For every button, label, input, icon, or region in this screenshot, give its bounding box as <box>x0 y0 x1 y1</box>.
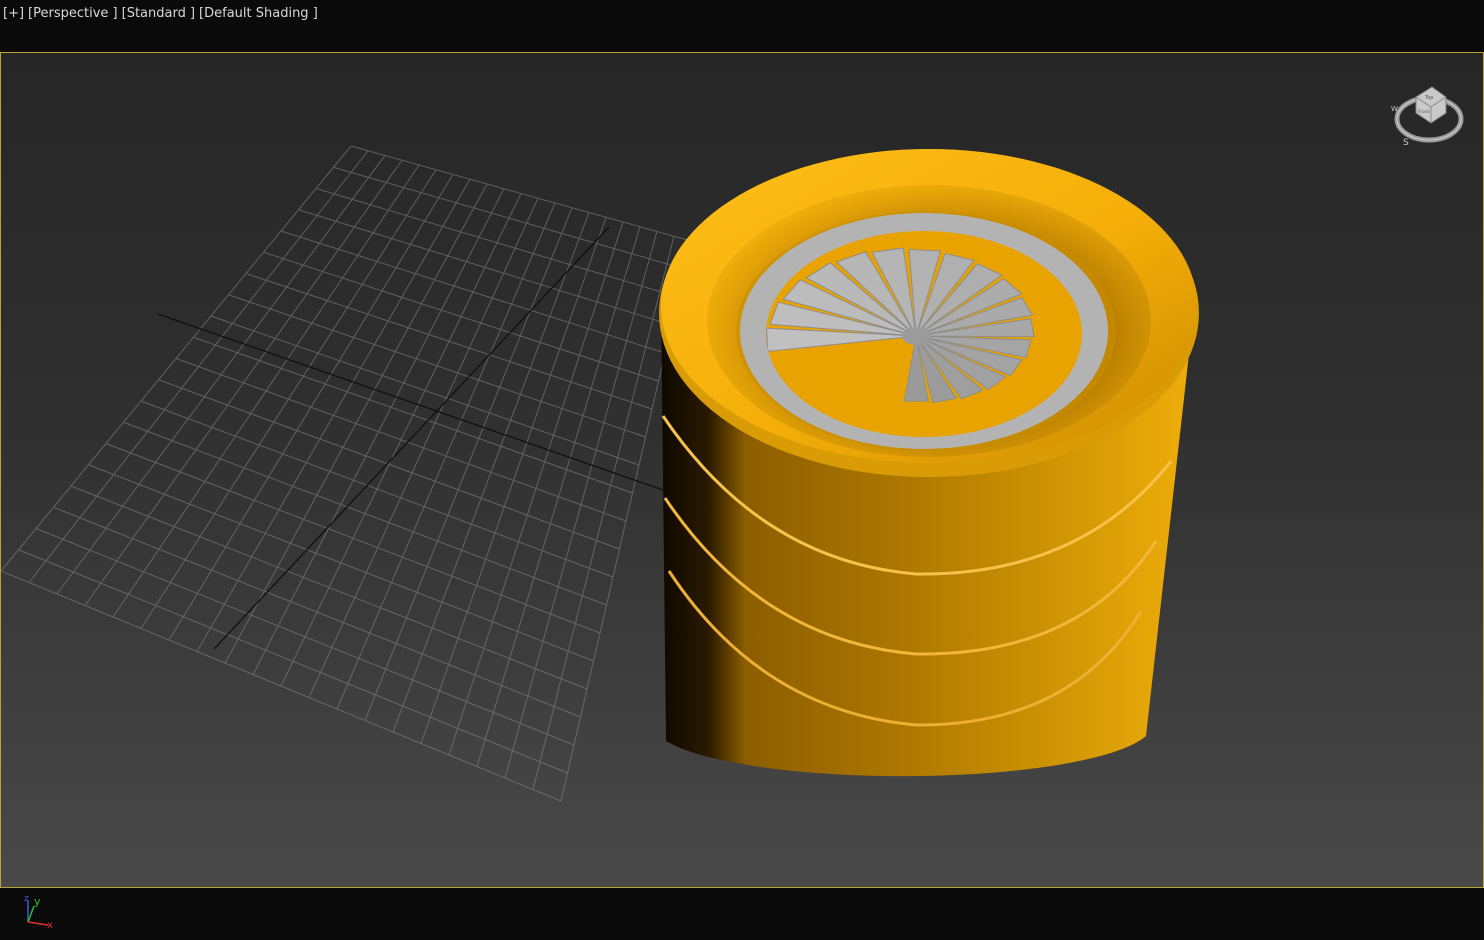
viewport-view-menu[interactable]: [Perspective ] <box>28 6 118 24</box>
grid-line <box>1 570 562 802</box>
axis-tripod-icon: z y x <box>24 894 53 930</box>
viewcube-front-label: Front <box>1418 109 1430 115</box>
compass-south-label: S <box>1403 138 1409 145</box>
viewport-header: [+] [Perspective ] [Standard ] [Default … <box>0 0 1484 52</box>
axis-x-label: x <box>47 920 53 930</box>
viewcube[interactable]: Top Front S W <box>1389 83 1469 145</box>
compass-west-label: W <box>1391 105 1398 113</box>
viewport-mode-menu[interactable]: [Standard ] <box>122 6 195 24</box>
perspective-viewport[interactable]: Top Front S W <box>0 52 1484 888</box>
viewport-plus-menu[interactable]: [+] <box>3 6 24 24</box>
grid-line <box>18 549 568 774</box>
spiral-staircase-tower[interactable] <box>659 149 1199 777</box>
axis-z-label: z <box>24 894 29 904</box>
axis-y-label: y <box>34 895 41 908</box>
viewport-label-menu: [+] [Perspective ] [Standard ] [Default … <box>3 6 318 24</box>
scene-canvas[interactable] <box>1 53 1483 887</box>
construction-grid <box>1 145 692 802</box>
viewport-shading-menu[interactable]: [Default Shading ] <box>199 6 318 24</box>
grid-line <box>35 528 575 746</box>
viewcube-top-label: Top <box>1424 95 1433 101</box>
stair-newel <box>902 327 930 345</box>
viewport-footer: z y x <box>0 888 1484 940</box>
grid-line <box>532 236 675 790</box>
